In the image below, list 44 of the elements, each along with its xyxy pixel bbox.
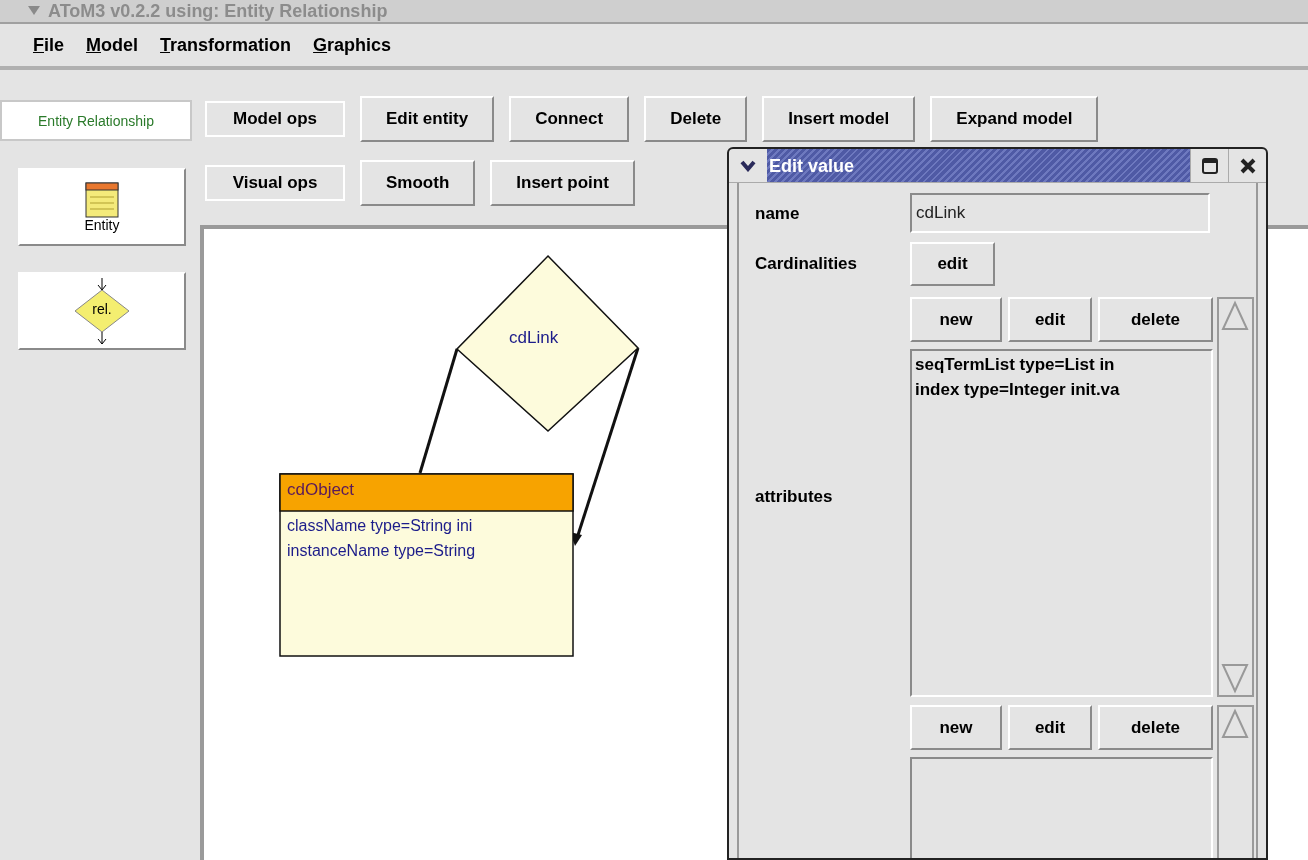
menu-item[interactable]: Transformation [160, 31, 292, 59]
scrollbar[interactable] [1217, 297, 1254, 697]
dialog-button[interactable]: edit [1008, 705, 1092, 750]
dialog-button[interactable]: edit [1008, 297, 1092, 342]
dialog-button[interactable]: new [910, 705, 1002, 750]
field-label: attributes [755, 486, 833, 509]
list-box[interactable]: seqTermList type=List in index type=Integer init.va [910, 349, 1213, 697]
toolbar-button[interactable]: Connect [509, 96, 630, 142]
list-item[interactable]: index type=Integer init.va [915, 379, 1211, 401]
toolbar-button[interactable]: Edit entity [360, 96, 495, 142]
menu-item[interactable]: Graphics [313, 31, 392, 59]
menu-item[interactable]: File [33, 31, 64, 59]
group-label[interactable]: Model ops [205, 101, 345, 137]
dialog-button[interactable]: edit [910, 242, 995, 286]
toolbar-button[interactable]: Delete [644, 96, 748, 142]
relationship-diamond[interactable] [455, 254, 640, 432]
field-label: name [755, 202, 800, 225]
palette-button[interactable]: Entity [18, 168, 186, 246]
maximize-icon [1201, 157, 1218, 174]
toolbar-button[interactable]: Expand model [930, 96, 1099, 142]
chevron-icon [740, 159, 756, 172]
palette-button[interactable]: rel. [18, 272, 186, 350]
dialog-title: Edit value [769, 156, 855, 175]
connector-line[interactable] [418, 348, 459, 474]
toolbar-button[interactable]: Insert model [762, 96, 916, 142]
group-label[interactable]: Visual ops [205, 165, 345, 201]
toolbar-button[interactable]: Smooth [360, 160, 476, 206]
window-title: AToM3 v0.2.2 using: Entity Relationship [48, 2, 388, 20]
list-item[interactable]: seqTermList type=List in [915, 354, 1211, 376]
name-field[interactable]: cdLink [910, 193, 1210, 233]
node-label: cdLink [509, 329, 559, 346]
dialog-button[interactable]: new [910, 297, 1002, 342]
dialog-button[interactable]: delete [1098, 297, 1213, 342]
close-icon [1239, 157, 1256, 174]
formalism-tab[interactable]: Entity Relationship [0, 100, 192, 141]
attribute-text: className type=String ini [287, 518, 473, 534]
attribute-text: instanceName type=String [287, 543, 476, 559]
entity-name: cdObject [287, 481, 355, 498]
entity-icon [85, 181, 119, 218]
field-label: Cardinalities [755, 253, 858, 276]
collapse-icon [28, 6, 40, 16]
menu-item[interactable]: Model [86, 31, 139, 59]
toolbar-button[interactable]: Insert point [490, 160, 635, 206]
dialog-button[interactable]: delete [1098, 705, 1213, 750]
